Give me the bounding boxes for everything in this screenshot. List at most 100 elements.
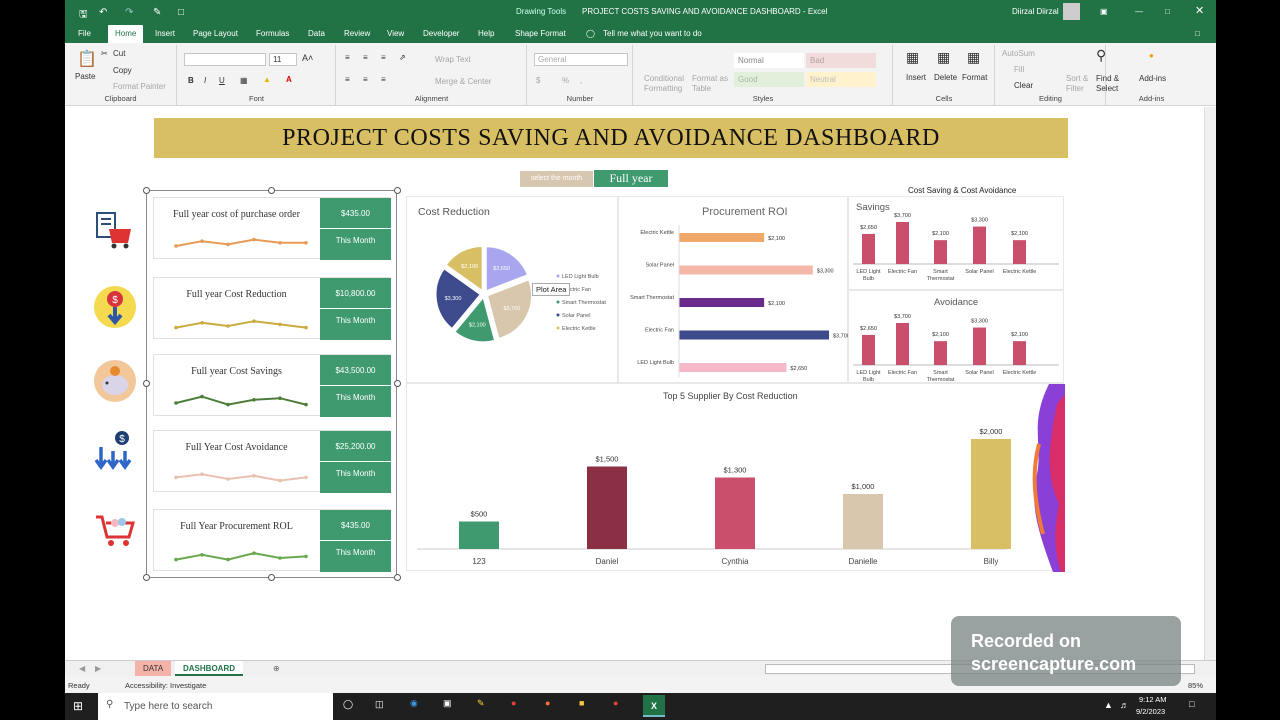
kpi-card[interactable]: Full year Cost Reduction $10,800.00 This M… [153,277,391,340]
align-right-icon[interactable]: ≡ [381,75,386,84]
resize-handle[interactable] [268,574,275,581]
chrome-profile-icon[interactable]: ● [613,698,618,708]
add-sheet-icon[interactable]: ⊕ [265,661,288,676]
kpi-card[interactable]: Full Year Procurement ROL $435.00 This Mon… [153,509,391,572]
fill-color-icon[interactable]: ▲ [263,75,271,84]
resize-handle[interactable] [143,380,150,387]
tab-shape-format[interactable]: Shape Format [515,29,566,38]
insert-cells-icon[interactable]: ▦ [906,49,919,66]
font-size-box[interactable]: 11 [269,53,297,66]
avoidance-chart[interactable]: Avoidance $2,650 LED Light Bulb $3,700 Elect… [848,290,1064,383]
tab-home[interactable]: Home [108,25,144,44]
savings-chart[interactable]: Savings $2,650 LED Light Bulb $3,700 Electri… [848,196,1064,290]
close-icon[interactable]: ✕ [1195,4,1204,17]
edge-icon[interactable]: ◉ [410,698,418,709]
month-selector[interactable]: Full year [594,170,668,187]
sheet-tab-dashboard[interactable]: DASHBOARD [175,661,243,676]
underline-button[interactable]: U [219,76,225,85]
tell-me-search[interactable]: Tell me what you want to do [603,29,702,38]
grow-font-icon[interactable]: A˄ [302,53,313,63]
fill-button[interactable]: Fill [1014,65,1024,74]
insert-cells-button[interactable]: Insert [906,73,926,82]
paste-icon[interactable]: 📋 [77,49,97,69]
wrap-text-button[interactable]: Wrap Text [435,55,471,64]
currency-icon[interactable]: $ [536,76,540,85]
accessibility-status[interactable]: Accessibility: Investigate [125,681,206,690]
bold-button[interactable]: B [188,76,194,85]
percent-icon[interactable]: % [562,76,569,85]
cut-button[interactable]: Cut [113,49,125,58]
task-view-icon[interactable]: ◯ [343,699,353,710]
clock-time[interactable]: 9:12 AM [1139,695,1167,704]
avatar[interactable] [1063,3,1080,20]
kpi-card[interactable]: Full year Cost Savings $43,500.00 This Mon… [153,354,391,417]
autosum-button[interactable]: AutoSum [1002,49,1035,58]
tab-review[interactable]: Review [344,29,370,38]
volume-icon[interactable]: ♬ [1120,700,1129,710]
resize-handle[interactable] [268,187,275,194]
style-bad[interactable]: Bad [806,53,876,68]
style-normal[interactable]: Normal [734,53,804,68]
zoom-level[interactable]: 85% [1188,681,1203,690]
taskbar-search-box[interactable]: ⚲ Type here to search [98,693,333,720]
procurement-roi-chart[interactable]: Procurement ROI Electric Kettle $2,100 Sol… [618,196,849,383]
align-top-icon[interactable]: ≡ [345,53,350,62]
align-left-icon[interactable]: ≡ [345,75,350,84]
number-format-box[interactable]: General [534,53,628,66]
save-icon[interactable]: 🖫 [79,7,88,24]
find-icon[interactable]: ⚲ [1096,47,1106,64]
tab-help[interactable]: Help [478,29,494,38]
widgets-icon[interactable]: ◫ [375,699,384,710]
comments-icon[interactable]: □ [1195,29,1200,38]
tab-formulas[interactable]: Formulas [256,29,289,38]
cut-icon[interactable]: ✂ [101,49,108,58]
worksheet[interactable]: PROJECT COSTS SAVING AND AVOIDANCE DASHB… [65,107,1204,660]
copy-button[interactable]: Copy [113,66,132,75]
format-cells-icon[interactable]: ▦ [967,49,980,66]
excel-taskbar-icon[interactable]: X [643,695,665,717]
sheet-tab-data[interactable]: DATA [135,661,172,676]
paste-button[interactable]: Paste [75,72,95,81]
comma-icon[interactable]: , [580,76,582,85]
store-icon[interactable]: ▣ [443,698,452,709]
resize-handle[interactable] [394,574,401,581]
tab-page-layout[interactable]: Page Layout [193,29,238,38]
kpi-card[interactable]: Full year cost of purchase order $435.00 T… [153,197,391,260]
resize-handle[interactable] [394,380,401,387]
format-painter-icon[interactable]: ✎ [153,7,161,18]
tab-insert[interactable]: Insert [155,29,175,38]
format-painter-button[interactable]: Format Painter [113,82,166,91]
chrome-icon[interactable]: ● [511,698,516,708]
resize-handle[interactable] [143,187,150,194]
tab-file[interactable]: File [78,29,91,38]
conditional-formatting-button[interactable]: Conditional Formatting [644,74,692,94]
resize-handle[interactable] [143,574,150,581]
borders-icon[interactable]: ▦ [240,76,248,85]
format-cells-button[interactable]: Format [962,73,987,82]
kpi-card[interactable]: Full Year Cost Avoidance $25,200.00 This M… [153,430,391,493]
clear-button[interactable]: Clear [1014,81,1033,90]
addins-button[interactable]: Add-ins [1139,74,1166,83]
ribbon-display-icon[interactable]: ▣ [1100,7,1108,16]
minimize-icon[interactable]: — [1135,7,1143,16]
merge-center-button[interactable]: Merge & Center [435,77,491,86]
find-select-button[interactable]: Find & Select [1096,74,1126,94]
firefox-icon[interactable]: ● [545,698,550,708]
font-name-box[interactable] [184,53,266,66]
align-bottom-icon[interactable]: ≡ [381,53,386,62]
font-color-icon[interactable]: A [286,75,292,84]
align-center-icon[interactable]: ≡ [363,75,368,84]
sort-filter-button[interactable]: Sort & Filter [1066,74,1094,94]
align-middle-icon[interactable]: ≡ [363,53,368,62]
network-icon[interactable]: ▲ [1104,700,1113,710]
user-name[interactable]: Diirzal Diirzal [1012,7,1059,16]
restore-icon[interactable]: □ [1165,7,1170,16]
addins-icon[interactable]: ● [1149,51,1154,60]
style-good[interactable]: Good [734,72,804,87]
delete-cells-icon[interactable]: ▦ [937,49,950,66]
orientation-icon[interactable]: ⇗ [399,53,406,62]
vertical-scrollbar[interactable] [1204,107,1216,660]
clock-date[interactable]: 9/2/2023 [1136,707,1165,716]
tab-view[interactable]: View [387,29,404,38]
cost-reduction-chart[interactable]: Cost Reduction $2,650 $3,700 $2,100 $3,300 $… [406,196,618,383]
